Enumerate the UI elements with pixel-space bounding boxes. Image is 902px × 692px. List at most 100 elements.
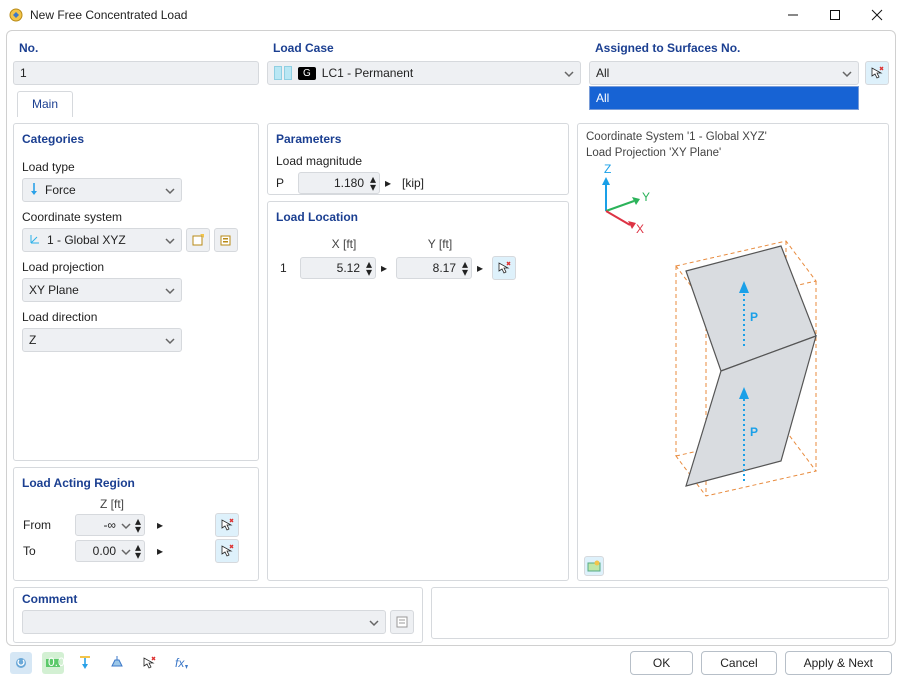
ok-button[interactable]: OK: [630, 651, 693, 675]
preview-panel: Coordinate System '1 - Global XYZ' Load …: [577, 123, 889, 581]
magnitude-label: Load magnitude: [276, 154, 560, 168]
tool-button-3[interactable]: [74, 652, 96, 674]
pick-location-button[interactable]: [492, 256, 516, 280]
load-type-label: Load type: [22, 160, 250, 174]
extra-panel: [431, 587, 889, 639]
cancel-button[interactable]: Cancel: [701, 651, 776, 675]
main-area: Categories Load type Force Coordinate sy…: [13, 123, 889, 581]
footer: 0.00 fx OK Cancel Apply & Next: [0, 646, 902, 680]
load-case-select[interactable]: G LC1 - Permanent: [267, 61, 581, 85]
chevron-down-icon: [564, 68, 574, 78]
step-right-icon[interactable]: ▸: [384, 180, 392, 187]
tool-button-5[interactable]: [138, 652, 160, 674]
coord-system-library-button[interactable]: [214, 228, 238, 252]
no-input[interactable]: 1: [13, 61, 259, 85]
chevron-down-icon: [165, 335, 175, 345]
svg-text:Z: Z: [604, 162, 611, 176]
no-label: No.: [13, 37, 259, 61]
window-title: New Free Concentrated Load: [30, 8, 772, 22]
app-icon: [8, 7, 24, 23]
region-to-input[interactable]: 0.00 ▴▾: [75, 540, 145, 562]
dialog-body: No. 1 Load Case G LC1 - Permanent Assign…: [6, 30, 896, 646]
load-acting-region-panel: Load Acting Region Z [ft] From -∞ ▴▾ ▸: [13, 467, 259, 581]
load-direction-select[interactable]: Z: [22, 328, 182, 352]
load-projection-label: Load projection: [22, 260, 250, 274]
load-case-color-swatch: [274, 66, 292, 80]
apply-next-button[interactable]: Apply & Next: [785, 651, 892, 675]
region-to-label: To: [22, 538, 74, 564]
preview-settings-button[interactable]: [584, 556, 604, 576]
minimize-button[interactable]: [772, 1, 814, 29]
p-input[interactable]: 1.180 ▴▾: [298, 172, 380, 194]
location-title: Load Location: [276, 206, 560, 230]
chevron-down-icon: [369, 617, 379, 627]
chevron-down-icon: [165, 235, 175, 245]
pick-to-button[interactable]: [215, 539, 239, 563]
spin-buttons[interactable]: ▴▾: [134, 544, 142, 559]
load-projection-select[interactable]: XY Plane: [22, 278, 182, 302]
chevron-down-icon[interactable]: [121, 520, 131, 530]
spin-buttons[interactable]: ▴▾: [365, 261, 373, 276]
location-y-header: Y [ft]: [392, 236, 488, 252]
tab-main[interactable]: Main: [17, 91, 73, 117]
chevron-down-icon: [842, 68, 852, 78]
spin-buttons[interactable]: ▴▾: [369, 176, 377, 191]
p-unit: [kip]: [402, 176, 424, 190]
assigned-select[interactable]: All All: [589, 61, 859, 85]
parameters-title: Parameters: [276, 128, 560, 152]
load-case-category-badge: G: [298, 67, 316, 80]
titlebar: New Free Concentrated Load: [0, 0, 902, 30]
comment-edit-button[interactable]: [390, 610, 414, 634]
calc-button[interactable]: [10, 652, 32, 674]
load-location-panel: Load Location X [ft] Y [ft] 1 5.1: [267, 201, 569, 581]
location-x-input[interactable]: 5.12 ▴▾: [300, 257, 376, 279]
spin-buttons[interactable]: ▴▾: [461, 261, 469, 276]
location-x-header: X [ft]: [296, 236, 392, 252]
maximize-button[interactable]: [814, 1, 856, 29]
region-from-input[interactable]: -∞ ▴▾: [75, 514, 145, 536]
close-button[interactable]: [856, 1, 898, 29]
assigned-value: All: [596, 66, 609, 80]
step-right-icon[interactable]: ▸: [380, 265, 388, 272]
comment-row: Comment: [13, 587, 889, 643]
load-case-label: Load Case: [267, 37, 581, 61]
spin-buttons[interactable]: ▴▾: [134, 518, 142, 533]
load-type-select[interactable]: Force: [22, 178, 182, 202]
units-button[interactable]: 0.00: [42, 652, 64, 674]
svg-text:X: X: [636, 222, 644, 236]
chevron-down-icon: [165, 185, 175, 195]
region-title: Load Acting Region: [22, 472, 250, 496]
region-from-label: From: [22, 512, 74, 538]
comment-title: Comment: [22, 592, 414, 610]
svg-text:P: P: [750, 310, 758, 324]
svg-text:Y: Y: [642, 190, 650, 204]
location-row-no: 1: [276, 252, 296, 284]
coord-system-select[interactable]: 1 - Global XYZ: [22, 228, 182, 252]
step-right-icon[interactable]: ▸: [156, 522, 164, 529]
tool-button-4[interactable]: [106, 652, 128, 674]
comment-select[interactable]: [22, 610, 386, 634]
svg-text:0.00: 0.00: [48, 655, 72, 669]
parameters-panel: Parameters Load magnitude P 1.180 ▴▾ ▸ […: [267, 123, 569, 195]
categories-title: Categories: [22, 128, 250, 152]
region-z-header: Z [ft]: [74, 496, 150, 512]
chevron-down-icon[interactable]: [121, 546, 131, 556]
coord-system-label: Coordinate system: [22, 210, 250, 224]
new-coord-system-button[interactable]: [186, 228, 210, 252]
step-right-icon[interactable]: ▸: [476, 265, 484, 272]
location-y-input[interactable]: 8.17 ▴▾: [396, 257, 472, 279]
pick-from-button[interactable]: [215, 513, 239, 537]
load-case-value: LC1 - Permanent: [322, 66, 413, 80]
load-direction-label: Load direction: [22, 310, 250, 324]
step-right-icon[interactable]: ▸: [156, 548, 164, 555]
assigned-dropdown-list[interactable]: All: [589, 86, 859, 110]
pick-surfaces-button[interactable]: [865, 61, 889, 85]
header-row: No. 1 Load Case G LC1 - Permanent Assign…: [13, 37, 889, 85]
assigned-option-all[interactable]: All: [590, 87, 858, 109]
categories-panel: Categories Load type Force Coordinate sy…: [13, 123, 259, 461]
comment-panel: Comment: [13, 587, 423, 643]
assigned-label: Assigned to Surfaces No.: [589, 37, 889, 61]
preview-3d-view[interactable]: Z Y X: [586, 161, 880, 591]
axes-icon: [29, 233, 41, 248]
tool-button-6[interactable]: fx: [170, 652, 192, 674]
